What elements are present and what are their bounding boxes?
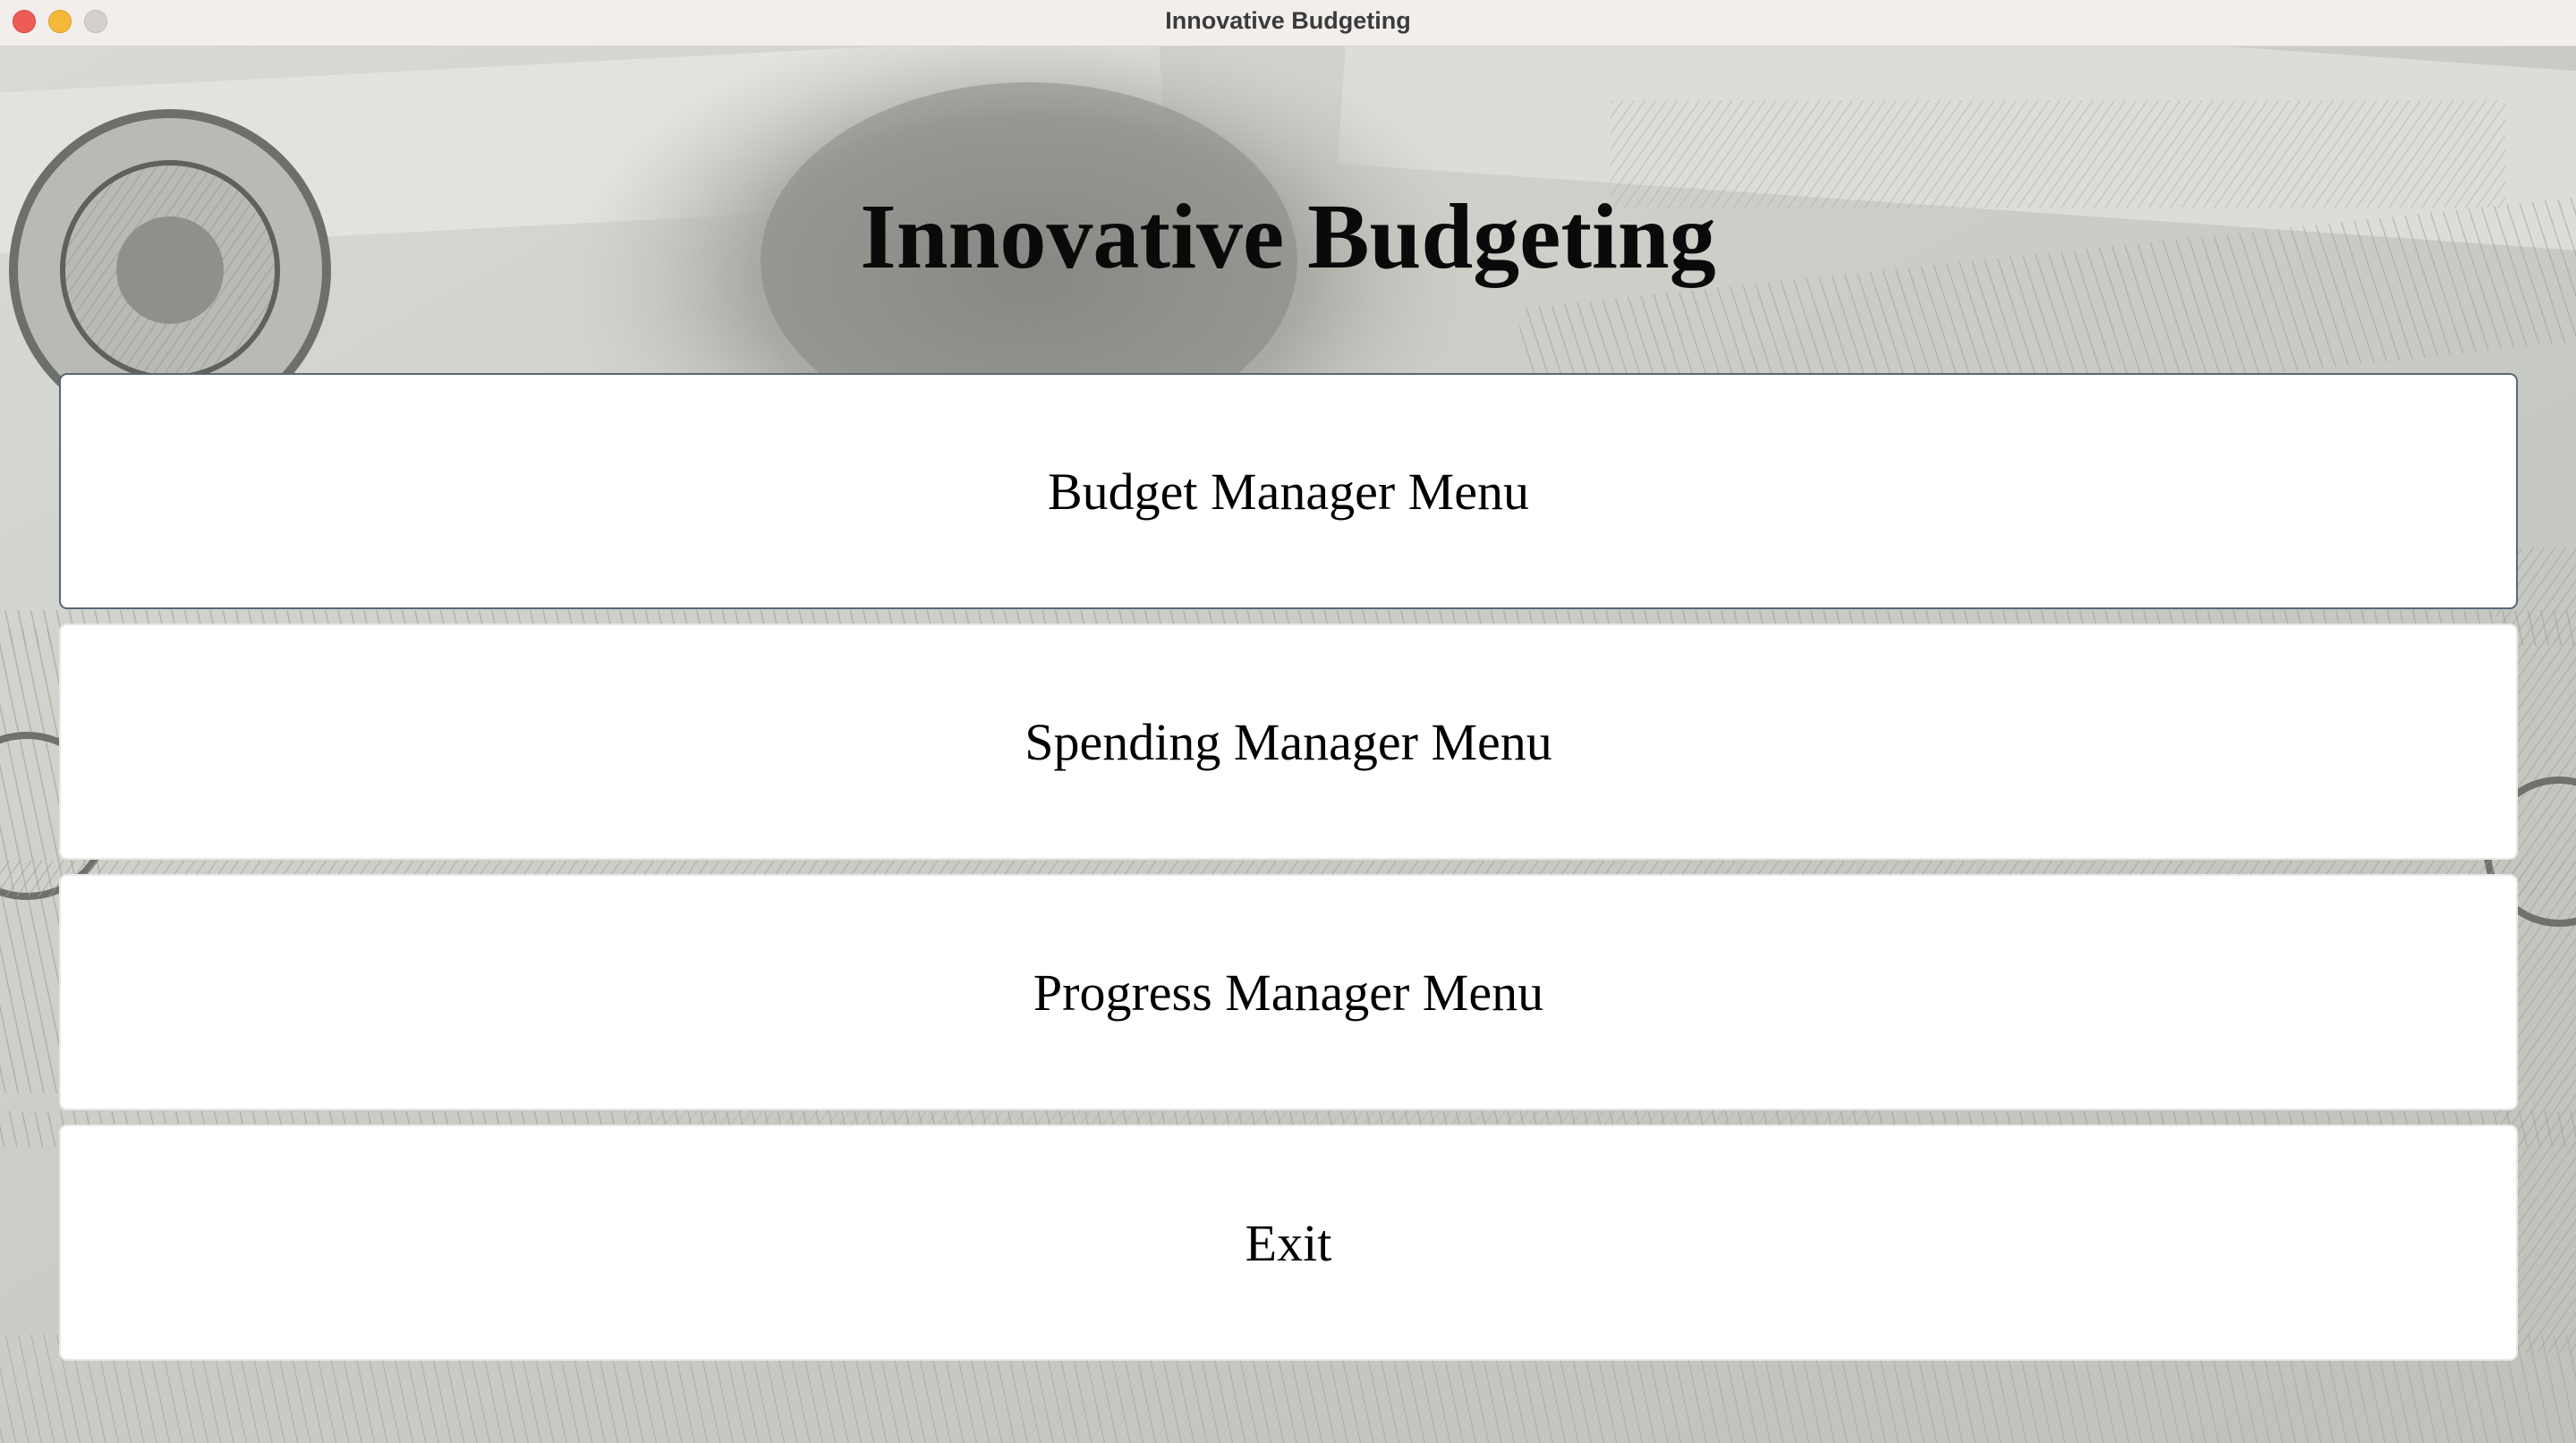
app-heading: Innovative Budgeting xyxy=(860,185,1716,288)
window-title: Innovative Budgeting xyxy=(1165,7,1411,34)
app-window: Innovative Budgeting Innovative Budgetin… xyxy=(0,0,2576,1443)
budget-manager-menu-button[interactable]: Budget Manager Menu xyxy=(59,373,2518,609)
spending-manager-menu-button[interactable]: Spending Manager Menu xyxy=(59,624,2518,860)
progress-manager-menu-button[interactable]: Progress Manager Menu xyxy=(59,874,2518,1110)
window-titlebar[interactable]: Innovative Budgeting xyxy=(0,0,2576,47)
exit-button[interactable]: Exit xyxy=(59,1125,2518,1361)
